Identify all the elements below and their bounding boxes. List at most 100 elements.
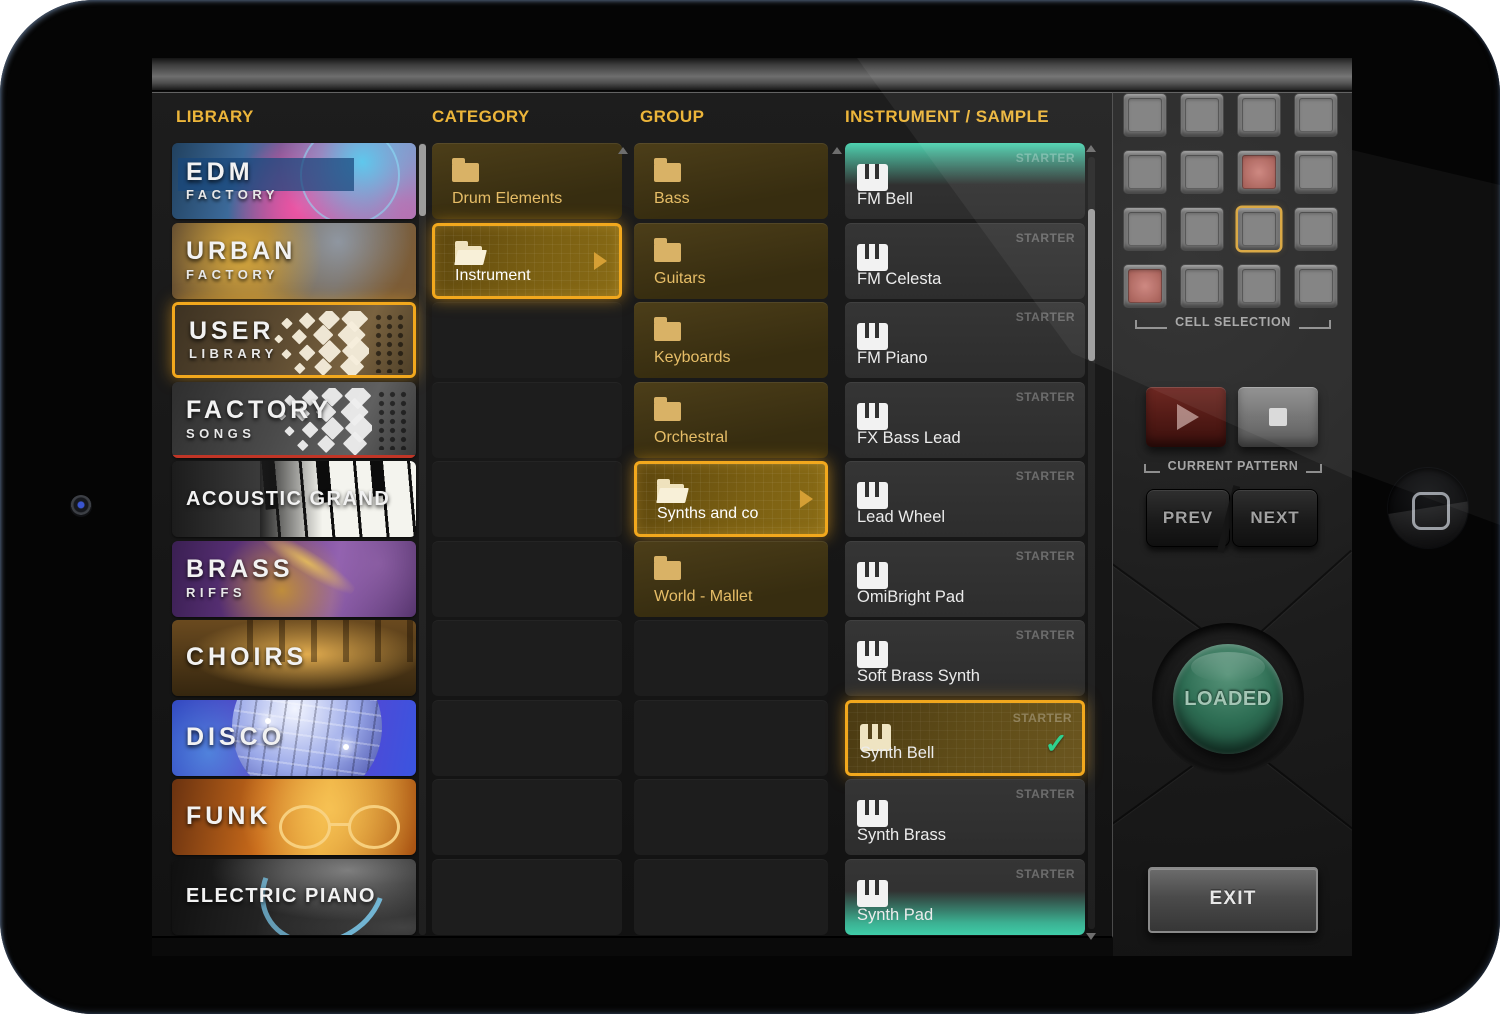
category-list: Drum Elements Instrument <box>432 143 622 935</box>
play-button[interactable] <box>1146 387 1226 447</box>
pad-cell[interactable] <box>1124 94 1166 136</box>
pad-cell[interactable] <box>1295 208 1337 250</box>
library-item-disco[interactable]: DISCO <box>172 699 416 776</box>
library-item-acoustic-grand[interactable]: ACOUSTIC GRAND <box>172 461 416 537</box>
instrument-item-synth-brass[interactable]: STARTER Synth Brass <box>845 779 1085 855</box>
pad-cell[interactable] <box>1238 208 1280 250</box>
cell-selection-pad-grid <box>1124 94 1337 307</box>
instrument-item-fm-celesta[interactable]: STARTER FM Celesta <box>845 222 1085 299</box>
instrument-item-label: FM Piano <box>857 349 928 367</box>
pad-cell[interactable] <box>1181 265 1223 307</box>
piano-keys-icon <box>857 164 888 191</box>
pad-cell[interactable] <box>1181 151 1223 193</box>
empty-list-slot <box>634 699 828 776</box>
group-item-bass[interactable]: Bass <box>634 143 828 219</box>
group-item-guitars[interactable]: Guitars <box>634 222 828 299</box>
starter-badge: STARTER <box>1015 151 1075 165</box>
instrument-scrollbar-thumb[interactable] <box>1088 209 1095 361</box>
screenshot-stage: LIBRARY CATEGORY GROUP INSTRUMENT / SAMP… <box>0 0 1500 1014</box>
pad-cell[interactable] <box>1295 94 1337 136</box>
group-list: Bass Guitars Keyboards Orchestral Synths… <box>634 143 828 935</box>
glasses-graphic <box>329 823 352 826</box>
instrument-item-fm-piano[interactable]: STARTER FM Piano <box>845 302 1085 378</box>
prev-pattern-button[interactable]: PREV <box>1146 489 1230 547</box>
empty-list-slot <box>634 858 828 935</box>
pad-cell[interactable] <box>1124 265 1166 307</box>
exit-button[interactable]: EXIT <box>1148 867 1318 933</box>
sound-browser-panel: LIBRARY CATEGORY GROUP INSTRUMENT / SAMP… <box>152 92 1113 940</box>
instrument-scroll-up-icon[interactable] <box>1086 145 1096 152</box>
category-scroll-up-icon[interactable] <box>618 147 628 154</box>
starter-badge: STARTER <box>1015 548 1075 563</box>
pad-cell[interactable] <box>1295 151 1337 193</box>
library-item-title: EDM <box>186 157 254 186</box>
library-item-edm-factory[interactable]: EDM FACTORY <box>172 143 416 219</box>
group-scroll-up-icon[interactable] <box>832 147 842 154</box>
instrument-scroll-down-icon[interactable] <box>1086 933 1096 940</box>
library-item-electric-piano[interactable]: ELECTRIC PIANO <box>172 858 416 935</box>
pad-cell[interactable] <box>1181 208 1223 250</box>
library-item-title: BRASS <box>186 555 294 584</box>
loaded-button[interactable]: LOADED <box>1173 644 1283 754</box>
category-item-label: Drum Elements <box>452 190 563 207</box>
library-item-factory-songs[interactable]: FACTORY SONGS <box>172 381 416 458</box>
group-item-world-mallet[interactable]: World - Mallet <box>634 540 828 617</box>
drill-in-arrow-icon <box>800 490 813 508</box>
piano-keys-icon <box>857 641 888 668</box>
library-item-urban-factory[interactable]: URBAN FACTORY <box>172 222 416 299</box>
panel-seam <box>1254 549 1352 639</box>
home-button[interactable] <box>1388 468 1468 548</box>
library-item-title: ELECTRIC PIANO <box>186 885 376 908</box>
library-item-subtitle: SONGS <box>186 425 256 441</box>
category-item-drum-elements[interactable]: Drum Elements <box>432 143 622 219</box>
library-item-subtitle: FACTORY <box>186 266 279 282</box>
starter-badge: STARTER <box>1015 866 1075 881</box>
pad-cell[interactable] <box>1124 151 1166 193</box>
group-item-orchestral[interactable]: Orchestral <box>634 381 828 458</box>
library-item-user-library[interactable]: USER LIBRARY <box>172 302 416 378</box>
group-item-label: Bass <box>654 190 690 207</box>
instrument-item-synth-bell[interactable]: STARTER ✓ Synth Bell <box>845 699 1085 776</box>
empty-list-slot <box>432 620 622 696</box>
starter-badge: STARTER <box>1015 310 1075 324</box>
starter-badge: STARTER <box>1015 628 1075 642</box>
app-screen: LIBRARY CATEGORY GROUP INSTRUMENT / SAMP… <box>152 58 1352 956</box>
group-item-label: Orchestral <box>654 428 728 446</box>
library-item-title: URBAN <box>186 237 297 266</box>
piano-keys-icon <box>857 402 888 430</box>
instrument-item-label: Synth Pad <box>857 905 934 924</box>
pad-cell[interactable] <box>1295 265 1337 307</box>
front-camera <box>70 495 92 517</box>
bracket-decoration <box>1298 320 1331 329</box>
next-pattern-button[interactable]: NEXT <box>1232 489 1318 547</box>
library-item-funk[interactable]: FUNK <box>172 779 416 855</box>
pad-cell[interactable] <box>1124 208 1166 250</box>
pad-cell[interactable] <box>1181 94 1223 136</box>
empty-list-slot <box>432 699 622 776</box>
library-scrollbar-thumb[interactable] <box>419 144 426 216</box>
current-pattern-caption: CURRENT PATTERN <box>1131 459 1335 473</box>
instrument-item-soft-brass-synth[interactable]: STARTER Soft Brass Synth <box>845 620 1085 696</box>
empty-list-slot <box>432 302 622 378</box>
loaded-button-label: LOADED <box>1184 687 1272 710</box>
pad-cell[interactable] <box>1238 94 1280 136</box>
instrument-item-fx-bass-lead[interactable]: STARTER FX Bass Lead <box>845 381 1085 458</box>
instrument-item-omibright-pad[interactable]: STARTER OmiBright Pad <box>845 540 1085 617</box>
category-item-instrument[interactable]: Instrument <box>432 222 622 299</box>
instrument-item-lead-wheel[interactable]: STARTER Lead Wheel <box>845 461 1085 537</box>
instrument-item-fm-bell[interactable]: STARTER FM Bell <box>845 143 1085 219</box>
group-item-keyboards[interactable]: Keyboards <box>634 302 828 378</box>
library-item-choirs[interactable]: CHOIRS <box>172 620 416 696</box>
instrument-item-synth-pad[interactable]: STARTER Synth Pad <box>845 858 1085 935</box>
pad-cell[interactable] <box>1238 265 1280 307</box>
instrument-list: STARTER FM Bell STARTER FM Celesta START… <box>845 143 1085 935</box>
loaded-check-icon: ✓ <box>1044 727 1068 759</box>
stop-button[interactable] <box>1238 387 1318 447</box>
group-item-synths-and-co[interactable]: Synths and co <box>634 461 828 537</box>
library-item-brass-riffs[interactable]: BRASS RIFFS <box>172 540 416 617</box>
library-scrollbar-track[interactable] <box>419 143 426 935</box>
library-item-subtitle: RIFFS <box>186 584 247 600</box>
instrument-item-label: Soft Brass Synth <box>857 667 980 685</box>
tablet-device-frame: LIBRARY CATEGORY GROUP INSTRUMENT / SAMP… <box>0 0 1500 1014</box>
pad-cell[interactable] <box>1238 151 1280 193</box>
